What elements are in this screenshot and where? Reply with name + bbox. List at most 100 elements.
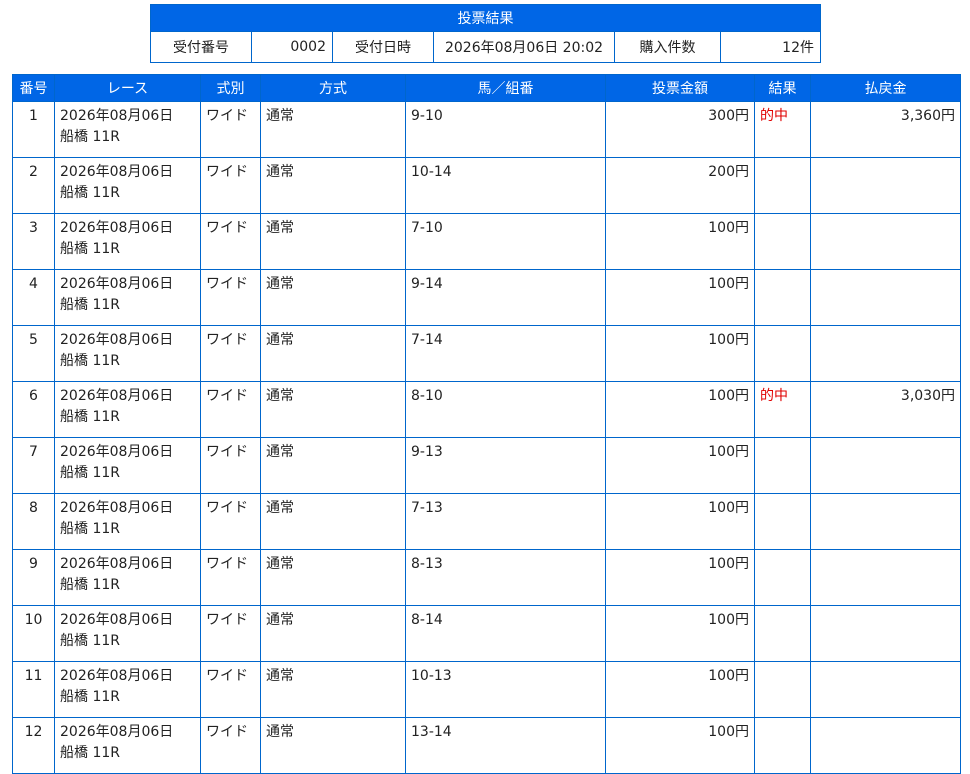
receipt-time-label: 受付日時 (332, 31, 434, 63)
row-method: 通常 (260, 101, 406, 158)
row-combination: 9-10 (405, 101, 606, 158)
row-method: 通常 (260, 493, 406, 550)
row-bet-type: ワイド (200, 549, 261, 606)
row-race-date: 2026年08月06日 (60, 332, 174, 348)
row-number: 11 (12, 661, 55, 718)
table-row: 9 2026年08月06日 船橋 11R ワイド 通常 8-13 100円 (12, 549, 961, 606)
row-race-name: 船橋 11R (60, 689, 120, 705)
row-number: 6 (12, 381, 55, 438)
row-number: 2 (12, 157, 55, 214)
row-race: 2026年08月06日 船橋 11R (54, 101, 201, 158)
row-race-name: 船橋 11R (60, 297, 120, 313)
row-bet-type: ワイド (200, 717, 261, 774)
row-method: 通常 (260, 213, 406, 270)
table-row: 7 2026年08月06日 船橋 11R ワイド 通常 9-13 100円 (12, 437, 961, 494)
row-bet-amount: 100円 (605, 549, 755, 606)
row-race-date: 2026年08月06日 (60, 220, 174, 236)
row-bet-amount: 100円 (605, 661, 755, 718)
header-race: レース (54, 74, 201, 102)
row-race-date: 2026年08月06日 (60, 724, 174, 740)
header-result: 結果 (754, 74, 811, 102)
row-race: 2026年08月06日 船橋 11R (54, 661, 201, 718)
purchase-count-label: 購入件数 (614, 31, 721, 63)
row-race-date: 2026年08月06日 (60, 164, 174, 180)
header-bet-type: 式別 (200, 74, 261, 102)
row-race: 2026年08月06日 船橋 11R (54, 605, 201, 662)
header-payout: 払戻金 (810, 74, 961, 102)
row-method: 通常 (260, 437, 406, 494)
row-bet-amount: 100円 (605, 381, 755, 438)
row-result (754, 213, 811, 270)
row-combination: 7-14 (405, 325, 606, 382)
table-row: 2 2026年08月06日 船橋 11R ワイド 通常 10-14 200円 (12, 157, 961, 214)
row-bet-type: ワイド (200, 661, 261, 718)
header-combination: 馬／組番 (405, 74, 606, 102)
header-number: 番号 (12, 74, 55, 102)
row-race-name: 船橋 11R (60, 633, 120, 649)
receipt-time-value: 2026年08月06日 20:02 (433, 31, 615, 63)
row-number: 8 (12, 493, 55, 550)
row-bet-type: ワイド (200, 381, 261, 438)
header-bet-amount: 投票金額 (605, 74, 755, 102)
row-payout (810, 213, 961, 270)
row-payout (810, 605, 961, 662)
table-row: 4 2026年08月06日 船橋 11R ワイド 通常 9-14 100円 (12, 269, 961, 326)
row-race: 2026年08月06日 船橋 11R (54, 325, 201, 382)
row-bet-amount: 100円 (605, 605, 755, 662)
row-bet-amount: 100円 (605, 213, 755, 270)
receipt-number-value: 0002 (251, 31, 333, 63)
row-bet-type: ワイド (200, 605, 261, 662)
row-bet-amount: 300円 (605, 101, 755, 158)
row-combination: 8-13 (405, 549, 606, 606)
row-payout (810, 661, 961, 718)
bet-results-table: 番号 レース 式別 方式 馬／組番 投票金額 結果 払戻金 1 2026年08月0… (12, 74, 961, 774)
row-race-name: 船橋 11R (60, 353, 120, 369)
row-method: 通常 (260, 549, 406, 606)
row-combination: 13-14 (405, 717, 606, 774)
row-number: 7 (12, 437, 55, 494)
row-result: 的中 (754, 381, 811, 438)
row-race-date: 2026年08月06日 (60, 388, 174, 404)
summary-table: 投票結果 受付番号 0002 受付日時 2026年08月06日 20:02 購入… (150, 4, 821, 63)
row-method: 通常 (260, 269, 406, 326)
row-result (754, 325, 811, 382)
row-bet-amount: 100円 (605, 493, 755, 550)
row-method: 通常 (260, 661, 406, 718)
row-race-name: 船橋 11R (60, 241, 120, 257)
row-payout: 3,360円 (810, 101, 961, 158)
row-race-date: 2026年08月06日 (60, 108, 174, 124)
table-header-row: 番号 レース 式別 方式 馬／組番 投票金額 結果 払戻金 (12, 74, 961, 102)
row-bet-amount: 100円 (605, 437, 755, 494)
row-race-name: 船橋 11R (60, 521, 120, 537)
row-race: 2026年08月06日 船橋 11R (54, 549, 201, 606)
bet-rows: 1 2026年08月06日 船橋 11R ワイド 通常 9-10 300円 的中 3,360円 2… (12, 101, 961, 774)
row-number: 9 (12, 549, 55, 606)
row-bet-type: ワイド (200, 269, 261, 326)
row-payout: 3,030円 (810, 381, 961, 438)
row-race-date: 2026年08月06日 (60, 556, 174, 572)
table-row: 5 2026年08月06日 船橋 11R ワイド 通常 7-14 100円 (12, 325, 961, 382)
row-result (754, 717, 811, 774)
row-number: 1 (12, 101, 55, 158)
table-row: 6 2026年08月06日 船橋 11R ワイド 通常 8-10 100円 的中 3,030円 (12, 381, 961, 438)
row-race-date: 2026年08月06日 (60, 276, 174, 292)
row-race-date: 2026年08月06日 (60, 668, 174, 684)
row-bet-amount: 200円 (605, 157, 755, 214)
row-payout (810, 549, 961, 606)
row-race-name: 船橋 11R (60, 465, 120, 481)
table-row: 11 2026年08月06日 船橋 11R ワイド 通常 10-13 100円 (12, 661, 961, 718)
row-method: 通常 (260, 325, 406, 382)
row-race: 2026年08月06日 船橋 11R (54, 381, 201, 438)
row-combination: 7-10 (405, 213, 606, 270)
row-race-date: 2026年08月06日 (60, 500, 174, 516)
row-result (754, 605, 811, 662)
row-result (754, 437, 811, 494)
row-race: 2026年08月06日 船橋 11R (54, 213, 201, 270)
row-race: 2026年08月06日 船橋 11R (54, 437, 201, 494)
row-payout (810, 269, 961, 326)
row-bet-amount: 100円 (605, 717, 755, 774)
row-combination: 9-13 (405, 437, 606, 494)
row-bet-type: ワイド (200, 325, 261, 382)
row-payout (810, 493, 961, 550)
row-race: 2026年08月06日 船橋 11R (54, 717, 201, 774)
